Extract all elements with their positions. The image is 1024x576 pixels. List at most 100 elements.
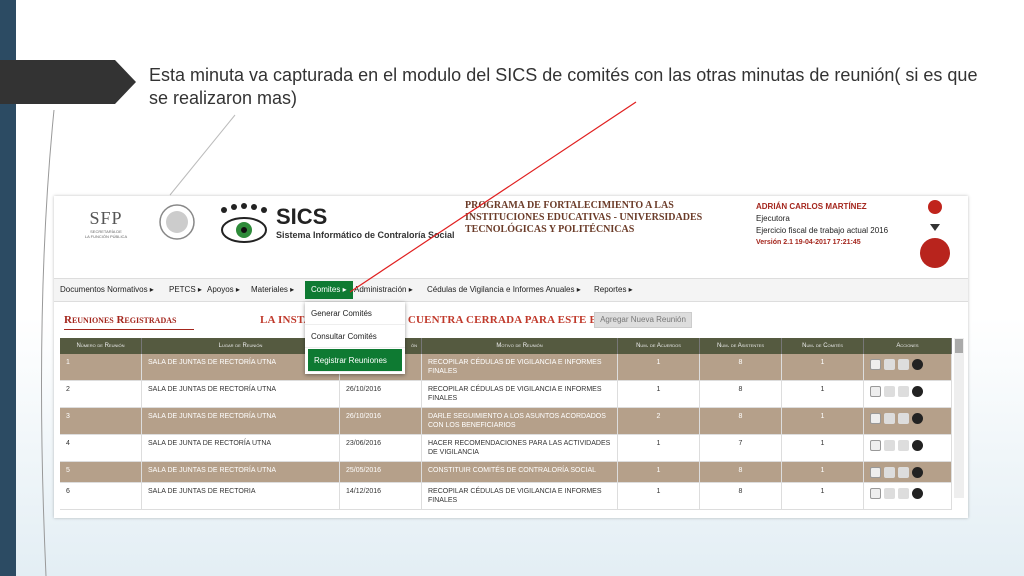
cell-acuerdos: 1: [618, 354, 700, 380]
cell-numero: 2: [60, 381, 142, 407]
cell-asistentes: 7: [700, 435, 782, 461]
cell-comites: 1: [782, 435, 864, 461]
edit-icon[interactable]: [884, 413, 895, 424]
cell-lugar: SALA DE JUNTAS DE RECTORÍA UTNA: [142, 408, 340, 434]
cell-asistentes: 8: [700, 381, 782, 407]
search-icon[interactable]: [870, 359, 881, 370]
scrollbar-thumb[interactable]: [955, 339, 963, 353]
search-icon[interactable]: [870, 413, 881, 424]
edit-icon[interactable]: [884, 488, 895, 499]
user-name: ADRIÁN CARLOS MARTÍNEZ: [756, 202, 867, 211]
section-title-bar: Reuniones Registradas LA INSTA CUENTRA CE…: [54, 308, 968, 332]
table-row: 5 SALA DE JUNTAS DE RECTORÍA UTNA 25/05/20…: [60, 462, 952, 483]
app-header: SFP SECRETARÍA DE LA FUNCIÓN PÚBLICA SIC…: [54, 196, 968, 274]
cell-motivo: RECOPILAR CÉDULAS DE VIGILANCIA E INFORM…: [422, 354, 618, 380]
chevron-down-icon[interactable]: [930, 224, 940, 231]
trash-icon[interactable]: [898, 386, 909, 397]
nav-apoyos[interactable]: Apoyos ▸: [207, 285, 240, 294]
cell-lugar: SALA DE JUNTAS DE RECTORÍA UTNA: [142, 462, 340, 482]
th-motivo[interactable]: Motivo de Reunión: [422, 338, 618, 354]
th-asistentes[interactable]: Num. de Asistentes: [700, 338, 782, 354]
trash-icon[interactable]: [898, 413, 909, 424]
nav-cedulas[interactable]: Cédulas de Vigilancia e Informes Anuales…: [427, 285, 581, 294]
cell-comites: 1: [782, 354, 864, 380]
table-row: 2 SALA DE JUNTAS DE RECTORÍA UTNA 26/10/20…: [60, 381, 952, 408]
search-icon[interactable]: [870, 440, 881, 451]
nav-comites[interactable]: Comites ▸: [305, 281, 353, 299]
search-icon[interactable]: [870, 488, 881, 499]
check-icon[interactable]: [912, 488, 923, 499]
cell-acciones: [864, 381, 952, 407]
cell-numero: 3: [60, 408, 142, 434]
check-icon[interactable]: [912, 440, 923, 451]
fiscal-year: Ejercicio fiscal de trabajo actual 2016: [756, 226, 889, 235]
cell-motivo: HACER RECOMENDACIONES PARA LAS ACTIVIDAD…: [422, 435, 618, 461]
check-icon[interactable]: [912, 413, 923, 424]
cell-acciones: [864, 435, 952, 461]
edit-icon[interactable]: [884, 386, 895, 397]
cell-acuerdos: 1: [618, 435, 700, 461]
table-scrollbar[interactable]: [954, 338, 964, 498]
edit-icon[interactable]: [884, 359, 895, 370]
cell-motivo: RECOPILAR CÉDULAS DE VIGILANCIA E INFORM…: [422, 381, 618, 407]
decorative-line: [169, 114, 236, 196]
trash-icon[interactable]: [898, 440, 909, 451]
nav-reportes[interactable]: Reportes ▸: [594, 285, 633, 294]
table-row: 1 SALA DE JUNTAS DE RECTORÍA UTNA RECOPILA…: [60, 354, 952, 381]
cell-acuerdos: 1: [618, 483, 700, 509]
table-row: 3 SALA DE JUNTAS DE RECTORÍA UTNA 26/10/20…: [60, 408, 952, 435]
nav-administracion[interactable]: Administración ▸: [354, 285, 413, 294]
cell-fecha: 26/10/2016: [340, 408, 422, 434]
th-numero[interactable]: Número de Reunión: [60, 338, 142, 354]
nav-petcs[interactable]: PETCS ▸: [169, 285, 202, 294]
cell-asistentes: 8: [700, 408, 782, 434]
cell-comites: 1: [782, 381, 864, 407]
section-title: Reuniones Registradas: [64, 314, 177, 326]
th-acuerdos[interactable]: Num. de Acuerdos: [618, 338, 700, 354]
add-meeting-button[interactable]: Agregar Nueva Reunión: [594, 312, 692, 328]
table-row: 4 SALA DE JUNTA DE RECTORÍA UTNA 23/06/201…: [60, 435, 952, 462]
sics-title: SICS: [276, 204, 328, 229]
cell-motivo: CONSTITUIR COMITÉS DE CONTRALORÍA SOCIAL: [422, 462, 618, 482]
th-comites[interactable]: Num. de Comités: [782, 338, 864, 354]
section-underline: [64, 329, 194, 330]
table-header: Número de Reunión Lugar de Reunión ón Mo…: [60, 338, 952, 354]
edit-icon[interactable]: [884, 467, 895, 478]
menu-consultar-comites[interactable]: Consultar Comités: [305, 325, 405, 348]
cell-numero: 6: [60, 483, 142, 509]
cell-numero: 1: [60, 354, 142, 380]
menu-generar-comites[interactable]: Generar Comités: [305, 302, 405, 325]
search-icon[interactable]: [870, 386, 881, 397]
edit-icon[interactable]: [884, 440, 895, 451]
cell-motivo: DARLE SEGUIMIENTO A LOS ASUNTOS ACORDADO…: [422, 408, 618, 434]
table-body: 1 SALA DE JUNTAS DE RECTORÍA UTNA RECOPILA…: [60, 354, 952, 510]
trash-icon[interactable]: [898, 488, 909, 499]
search-icon[interactable]: [870, 467, 881, 478]
pdf-download-icon[interactable]: [920, 238, 950, 268]
cell-asistentes: 8: [700, 483, 782, 509]
menu-registrar-reuniones[interactable]: Registrar Reuniones: [308, 349, 402, 372]
check-icon[interactable]: [912, 359, 923, 370]
slide-arrow-banner: [0, 60, 136, 104]
meetings-table: Número de Reunión Lugar de Reunión ón Mo…: [60, 338, 952, 510]
version-info: Versión 2.1 19-04-2017 17:21:45: [756, 239, 861, 246]
check-icon[interactable]: [912, 386, 923, 397]
trash-icon[interactable]: [898, 467, 909, 478]
cell-lugar: SALA DE JUNTAS DE RECTORÍA UTNA: [142, 381, 340, 407]
cell-fecha: 25/05/2016: [340, 462, 422, 482]
cell-comites: 1: [782, 483, 864, 509]
cell-asistentes: 8: [700, 354, 782, 380]
sics-screenshot: SFP SECRETARÍA DE LA FUNCIÓN PÚBLICA SIC…: [54, 196, 968, 518]
trash-icon[interactable]: [898, 359, 909, 370]
cell-comites: 1: [782, 462, 864, 482]
cell-acciones: [864, 408, 952, 434]
th-acciones: Acciones: [864, 338, 952, 354]
nav-documentos[interactable]: Documentos Normativos ▸: [60, 285, 154, 294]
check-icon[interactable]: [912, 467, 923, 478]
nav-materiales[interactable]: Materiales ▸: [251, 285, 294, 294]
cell-acuerdos: 1: [618, 462, 700, 482]
sics-subtitle: Sistema Informático de Contraloría Socia…: [276, 230, 455, 240]
cell-acuerdos: 2: [618, 408, 700, 434]
power-icon[interactable]: [928, 200, 942, 214]
user-info: ADRIÁN CARLOS MARTÍNEZ Ejecutora Ejercic…: [756, 201, 916, 249]
